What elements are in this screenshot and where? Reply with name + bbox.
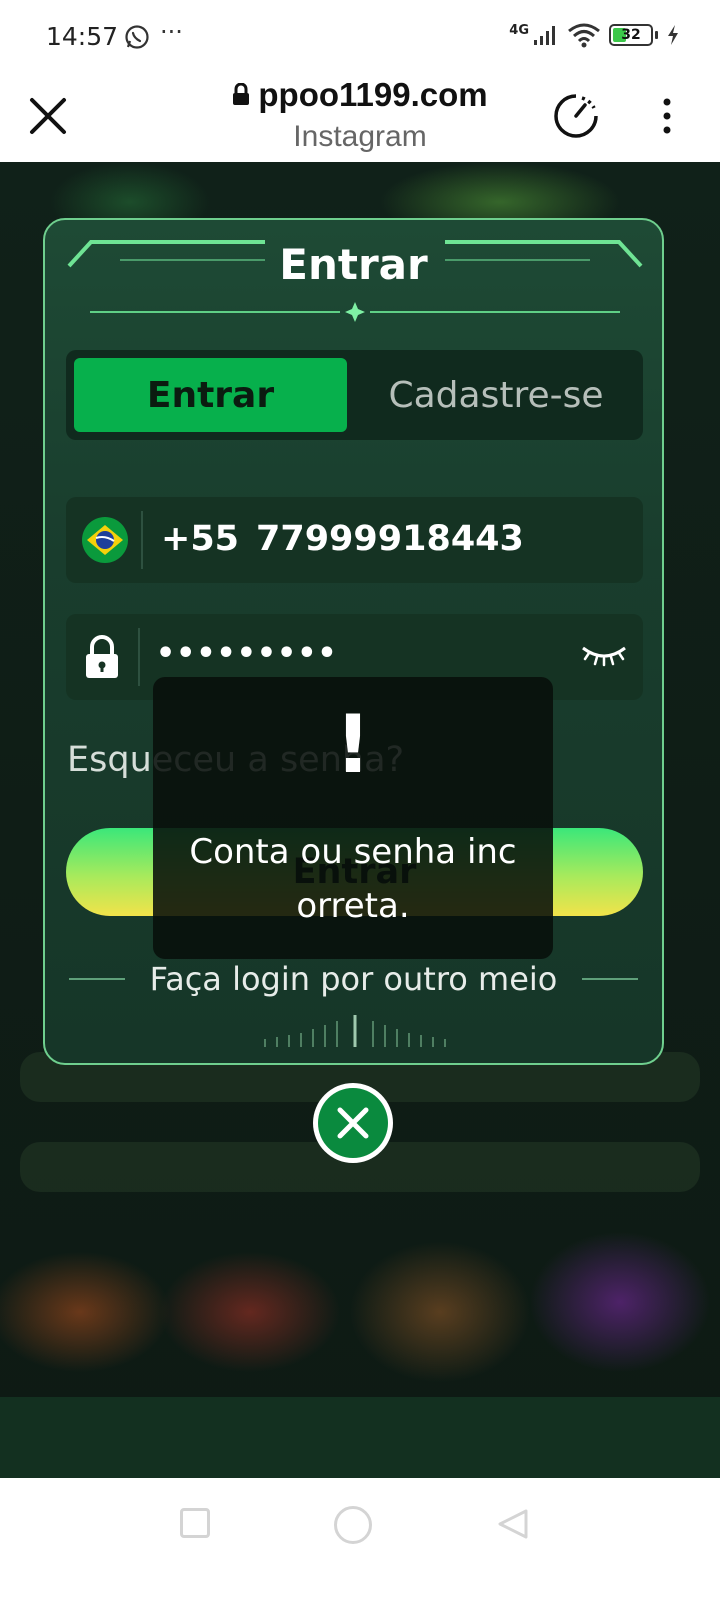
phone-field[interactable]: +55 77999918443 xyxy=(66,497,643,583)
more-menu-icon[interactable] xyxy=(660,96,674,136)
home-button[interactable] xyxy=(334,1506,372,1544)
phone-input[interactable]: 77999918443 xyxy=(256,519,524,559)
other-login-label: Faça login por outro meio xyxy=(149,960,558,998)
signal-icon xyxy=(534,26,555,45)
lock-icon xyxy=(233,83,250,106)
battery-icon: 32 xyxy=(609,24,653,46)
status-time: 14:57 xyxy=(46,22,119,51)
status-bar: 14:57 ··· 4G 32 xyxy=(0,0,720,72)
browser-toolbar: ppoo1199.com Instagram xyxy=(0,72,720,162)
eye-closed-icon[interactable] xyxy=(581,642,627,668)
brazil-flag-icon[interactable] xyxy=(82,517,128,563)
back-icon[interactable] xyxy=(496,1508,530,1540)
system-nav-bar xyxy=(0,1478,720,1600)
browser-subtitle: Instagram xyxy=(293,120,427,153)
charging-icon xyxy=(668,25,678,45)
more-notifications-icon: ··· xyxy=(160,18,183,46)
scroll-indicator xyxy=(264,1015,446,1047)
padlock-icon xyxy=(86,635,118,678)
password-input[interactable]: ••••••••• xyxy=(156,636,338,671)
toast-message: Conta ou senha incorreta. xyxy=(189,832,517,926)
recent-apps-button[interactable] xyxy=(180,1508,210,1538)
whatsapp-icon xyxy=(125,25,149,49)
auth-tabs: Entrar Cadastre-se xyxy=(66,350,643,440)
field-divider xyxy=(138,628,140,686)
country-code[interactable]: +55 xyxy=(161,519,239,559)
exclamation-icon: ! xyxy=(334,698,372,791)
field-divider xyxy=(141,511,143,569)
battery-level: 32 xyxy=(621,27,641,43)
network-type: 4G xyxy=(509,22,529,38)
speedometer-icon[interactable] xyxy=(552,92,600,140)
title-underline xyxy=(90,302,620,322)
url-display[interactable]: ppoo1199.com xyxy=(0,76,720,114)
tab-login[interactable]: Entrar xyxy=(74,358,347,432)
close-icon xyxy=(337,1107,369,1139)
wifi-icon xyxy=(568,23,600,48)
modal-title: Entrar xyxy=(279,240,428,289)
divider-line xyxy=(582,978,638,980)
tab-register[interactable]: Cadastre-se xyxy=(356,358,636,432)
url-text: ppoo1199.com xyxy=(258,76,488,113)
close-modal-button[interactable] xyxy=(313,1083,393,1163)
error-toast: ! Conta ou senha incorreta. xyxy=(153,677,553,959)
